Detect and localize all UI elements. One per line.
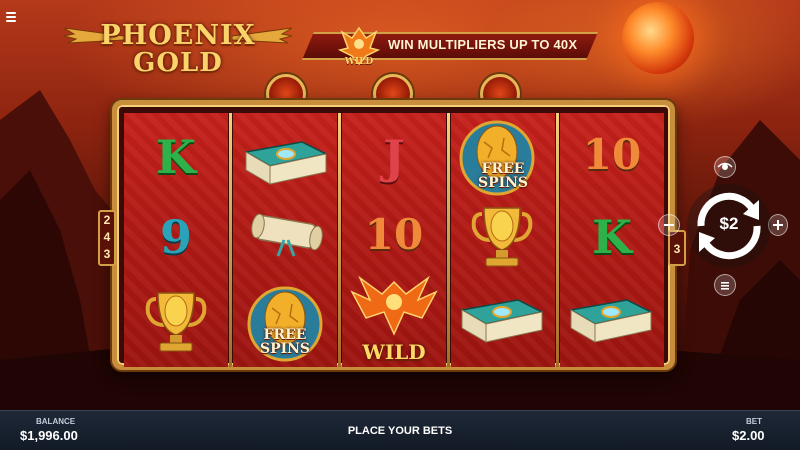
bet-value: $2.00 bbox=[732, 428, 765, 443]
symbol-letter: K bbox=[156, 130, 196, 184]
free-spins-line2: SPINS bbox=[477, 175, 529, 191]
scroll-icon bbox=[251, 213, 323, 257]
ways-indicator-left: 2 4 3 bbox=[98, 210, 116, 266]
plus-icon bbox=[773, 220, 783, 230]
reel-divider bbox=[556, 113, 559, 367]
banner-text: WIN MULTIPLIERS UP TO 40X bbox=[388, 37, 578, 52]
spin-bet-value: $2 bbox=[719, 214, 739, 233]
free-spins-label: FREE SPINS bbox=[233, 328, 337, 356]
free-spins-line1: FREE bbox=[481, 161, 525, 177]
menu-icon[interactable] bbox=[6, 12, 16, 22]
symbol-letter: J bbox=[383, 130, 405, 184]
symbol-letter: 9 bbox=[159, 210, 192, 264]
game-logo: PHOENIX GOLD bbox=[64, 18, 292, 78]
free-spins-label: FREE SPINS bbox=[451, 162, 555, 190]
bet-label: BET bbox=[746, 417, 762, 426]
balance-label: BALANCE bbox=[36, 417, 76, 426]
golden-egg-trophy-icon bbox=[145, 292, 207, 352]
golden-egg-trophy-icon bbox=[471, 207, 533, 267]
teal-book-icon bbox=[243, 141, 329, 185]
reel-divider bbox=[447, 113, 450, 367]
banner-wild-label: WILD bbox=[344, 57, 374, 67]
reel-divider bbox=[338, 113, 341, 367]
teal-book-icon bbox=[459, 299, 545, 343]
options-button[interactable] bbox=[714, 274, 736, 296]
ways-digit: 3 bbox=[103, 247, 111, 261]
decrease-bet-button[interactable] bbox=[658, 214, 680, 236]
fire-sun bbox=[622, 2, 694, 74]
symbol-letter: 10 bbox=[582, 130, 642, 179]
ways-digit: 4 bbox=[103, 230, 111, 244]
autoplay-icon bbox=[717, 162, 733, 170]
status-message: PLACE YOUR BETS bbox=[347, 425, 453, 437]
options-menu-icon bbox=[721, 282, 729, 290]
reel-divider bbox=[229, 113, 232, 367]
free-spins-line1: FREE bbox=[263, 327, 307, 343]
symbol-letter: K bbox=[592, 210, 632, 264]
phoenix-icon bbox=[350, 275, 438, 336]
autoplay-button[interactable] bbox=[714, 156, 736, 178]
free-spins-line2: SPINS bbox=[259, 341, 311, 357]
balance-value: $1,996.00 bbox=[20, 428, 78, 443]
logo-title-line2: GOLD bbox=[133, 48, 223, 78]
wild-label: WILD bbox=[362, 340, 426, 364]
logo-title-line1: PHOENIX bbox=[100, 20, 256, 51]
ways-digit: 2 bbox=[103, 213, 111, 227]
ways-digit: 3 bbox=[673, 242, 681, 256]
increase-bet-button[interactable] bbox=[768, 214, 788, 236]
minus-icon bbox=[664, 224, 674, 226]
teal-book-icon bbox=[568, 299, 654, 343]
symbol-letter: 10 bbox=[364, 210, 424, 259]
